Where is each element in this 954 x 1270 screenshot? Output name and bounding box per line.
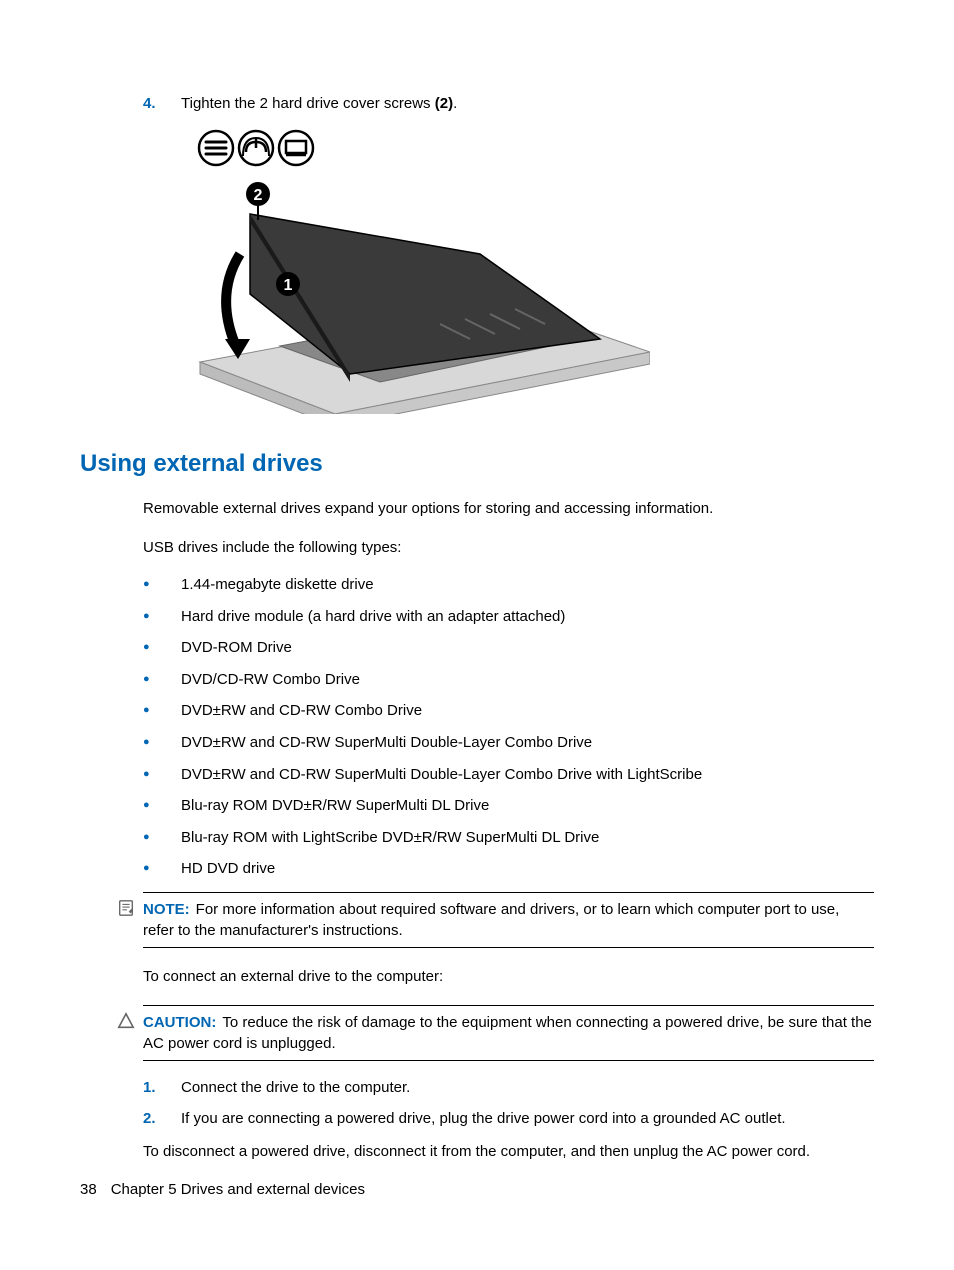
bullet-icon: ● (143, 734, 181, 752)
list-item: ●1.44-megabyte diskette drive (143, 576, 874, 594)
list-item: ●DVD/CD-RW Combo Drive (143, 671, 874, 689)
disconnect-paragraph: To disconnect a powered drive, disconnec… (143, 1141, 874, 1162)
step-4-text-after: . (453, 95, 457, 112)
caution-content: CAUTION:To reduce the risk of damage to … (143, 1012, 874, 1054)
step-2-number: 2. (143, 1110, 181, 1127)
bullet-text: Hard drive module (a hard drive with an … (181, 608, 874, 625)
connect-steps-list: 1. Connect the drive to the computer. 2.… (143, 1079, 874, 1127)
page-footer: 38 Chapter 5 Drives and external devices (80, 1181, 365, 1198)
list-item: ●HD DVD drive (143, 860, 874, 878)
caution-label: CAUTION: (143, 1014, 216, 1031)
hard-drive-cover-diagram: 2 1 (180, 124, 874, 418)
bullet-text: DVD±RW and CD-RW SuperMulti Double-Layer… (181, 766, 874, 783)
step-1-text: Connect the drive to the computer. (181, 1079, 874, 1096)
svg-text:1: 1 (284, 277, 293, 294)
note-label: NOTE: (143, 901, 190, 918)
list-item: ●DVD±RW and CD-RW SuperMulti Double-Laye… (143, 766, 874, 784)
caution-callout: CAUTION:To reduce the risk of damage to … (143, 1005, 874, 1061)
bullet-text: Blu-ray ROM with LightScribe DVD±R/RW Su… (181, 829, 874, 846)
step-4-number: 4. (143, 95, 181, 112)
note-callout: NOTE:For more information about required… (143, 892, 874, 948)
bullet-icon: ● (143, 639, 181, 657)
bullet-text: Blu-ray ROM DVD±R/RW SuperMulti DL Drive (181, 797, 874, 814)
step-4-text-before: Tighten the 2 hard drive cover screws (181, 95, 435, 112)
bullet-text: DVD±RW and CD-RW SuperMulti Double-Layer… (181, 734, 874, 751)
chapter-title: Chapter 5 Drives and external devices (111, 1181, 365, 1198)
bullet-icon: ● (143, 576, 181, 594)
usb-drive-types-list: ●1.44-megabyte diskette drive ●Hard driv… (143, 576, 874, 878)
caution-text: To reduce the risk of damage to the equi… (143, 1014, 872, 1052)
list-item: ●DVD±RW and CD-RW Combo Drive (143, 702, 874, 720)
step-1-number: 1. (143, 1079, 181, 1096)
section-heading-using-external-drives: Using external drives (80, 450, 874, 478)
bullet-icon: ● (143, 860, 181, 878)
bullet-icon: ● (143, 766, 181, 784)
bullet-text: DVD-ROM Drive (181, 639, 874, 656)
bullet-icon: ● (143, 829, 181, 847)
bullet-text: DVD±RW and CD-RW Combo Drive (181, 702, 874, 719)
step-4-text: Tighten the 2 hard drive cover screws (2… (181, 95, 874, 112)
list-item: ●DVD±RW and CD-RW SuperMulti Double-Laye… (143, 734, 874, 752)
svg-text:2: 2 (254, 187, 263, 204)
note-icon (117, 899, 135, 917)
bullet-icon: ● (143, 671, 181, 689)
step-1: 1. Connect the drive to the computer. (143, 1079, 874, 1096)
bullet-icon: ● (143, 797, 181, 815)
note-content: NOTE:For more information about required… (143, 899, 874, 941)
step-2: 2. If you are connecting a powered drive… (143, 1110, 874, 1127)
step-4: 4. Tighten the 2 hard drive cover screws… (143, 95, 874, 112)
intro-paragraph: Removable external drives expand your op… (143, 498, 874, 519)
connect-paragraph: To connect an external drive to the comp… (143, 966, 874, 987)
list-item: ●Hard drive module (a hard drive with an… (143, 608, 874, 626)
caution-icon (117, 1012, 135, 1030)
list-item: ●Blu-ray ROM DVD±R/RW SuperMulti DL Driv… (143, 797, 874, 815)
page-number: 38 (80, 1181, 97, 1198)
bullet-icon: ● (143, 702, 181, 720)
bullet-text: DVD/CD-RW Combo Drive (181, 671, 874, 688)
usb-types-paragraph: USB drives include the following types: (143, 537, 874, 558)
bullet-text: HD DVD drive (181, 860, 874, 877)
step-4-text-bold: (2) (435, 95, 453, 112)
list-item: ●Blu-ray ROM with LightScribe DVD±R/RW S… (143, 829, 874, 847)
bullet-icon: ● (143, 608, 181, 626)
step-2-text: If you are connecting a powered drive, p… (181, 1110, 874, 1127)
bullet-text: 1.44-megabyte diskette drive (181, 576, 874, 593)
note-text: For more information about required soft… (143, 901, 839, 939)
list-item: ●DVD-ROM Drive (143, 639, 874, 657)
